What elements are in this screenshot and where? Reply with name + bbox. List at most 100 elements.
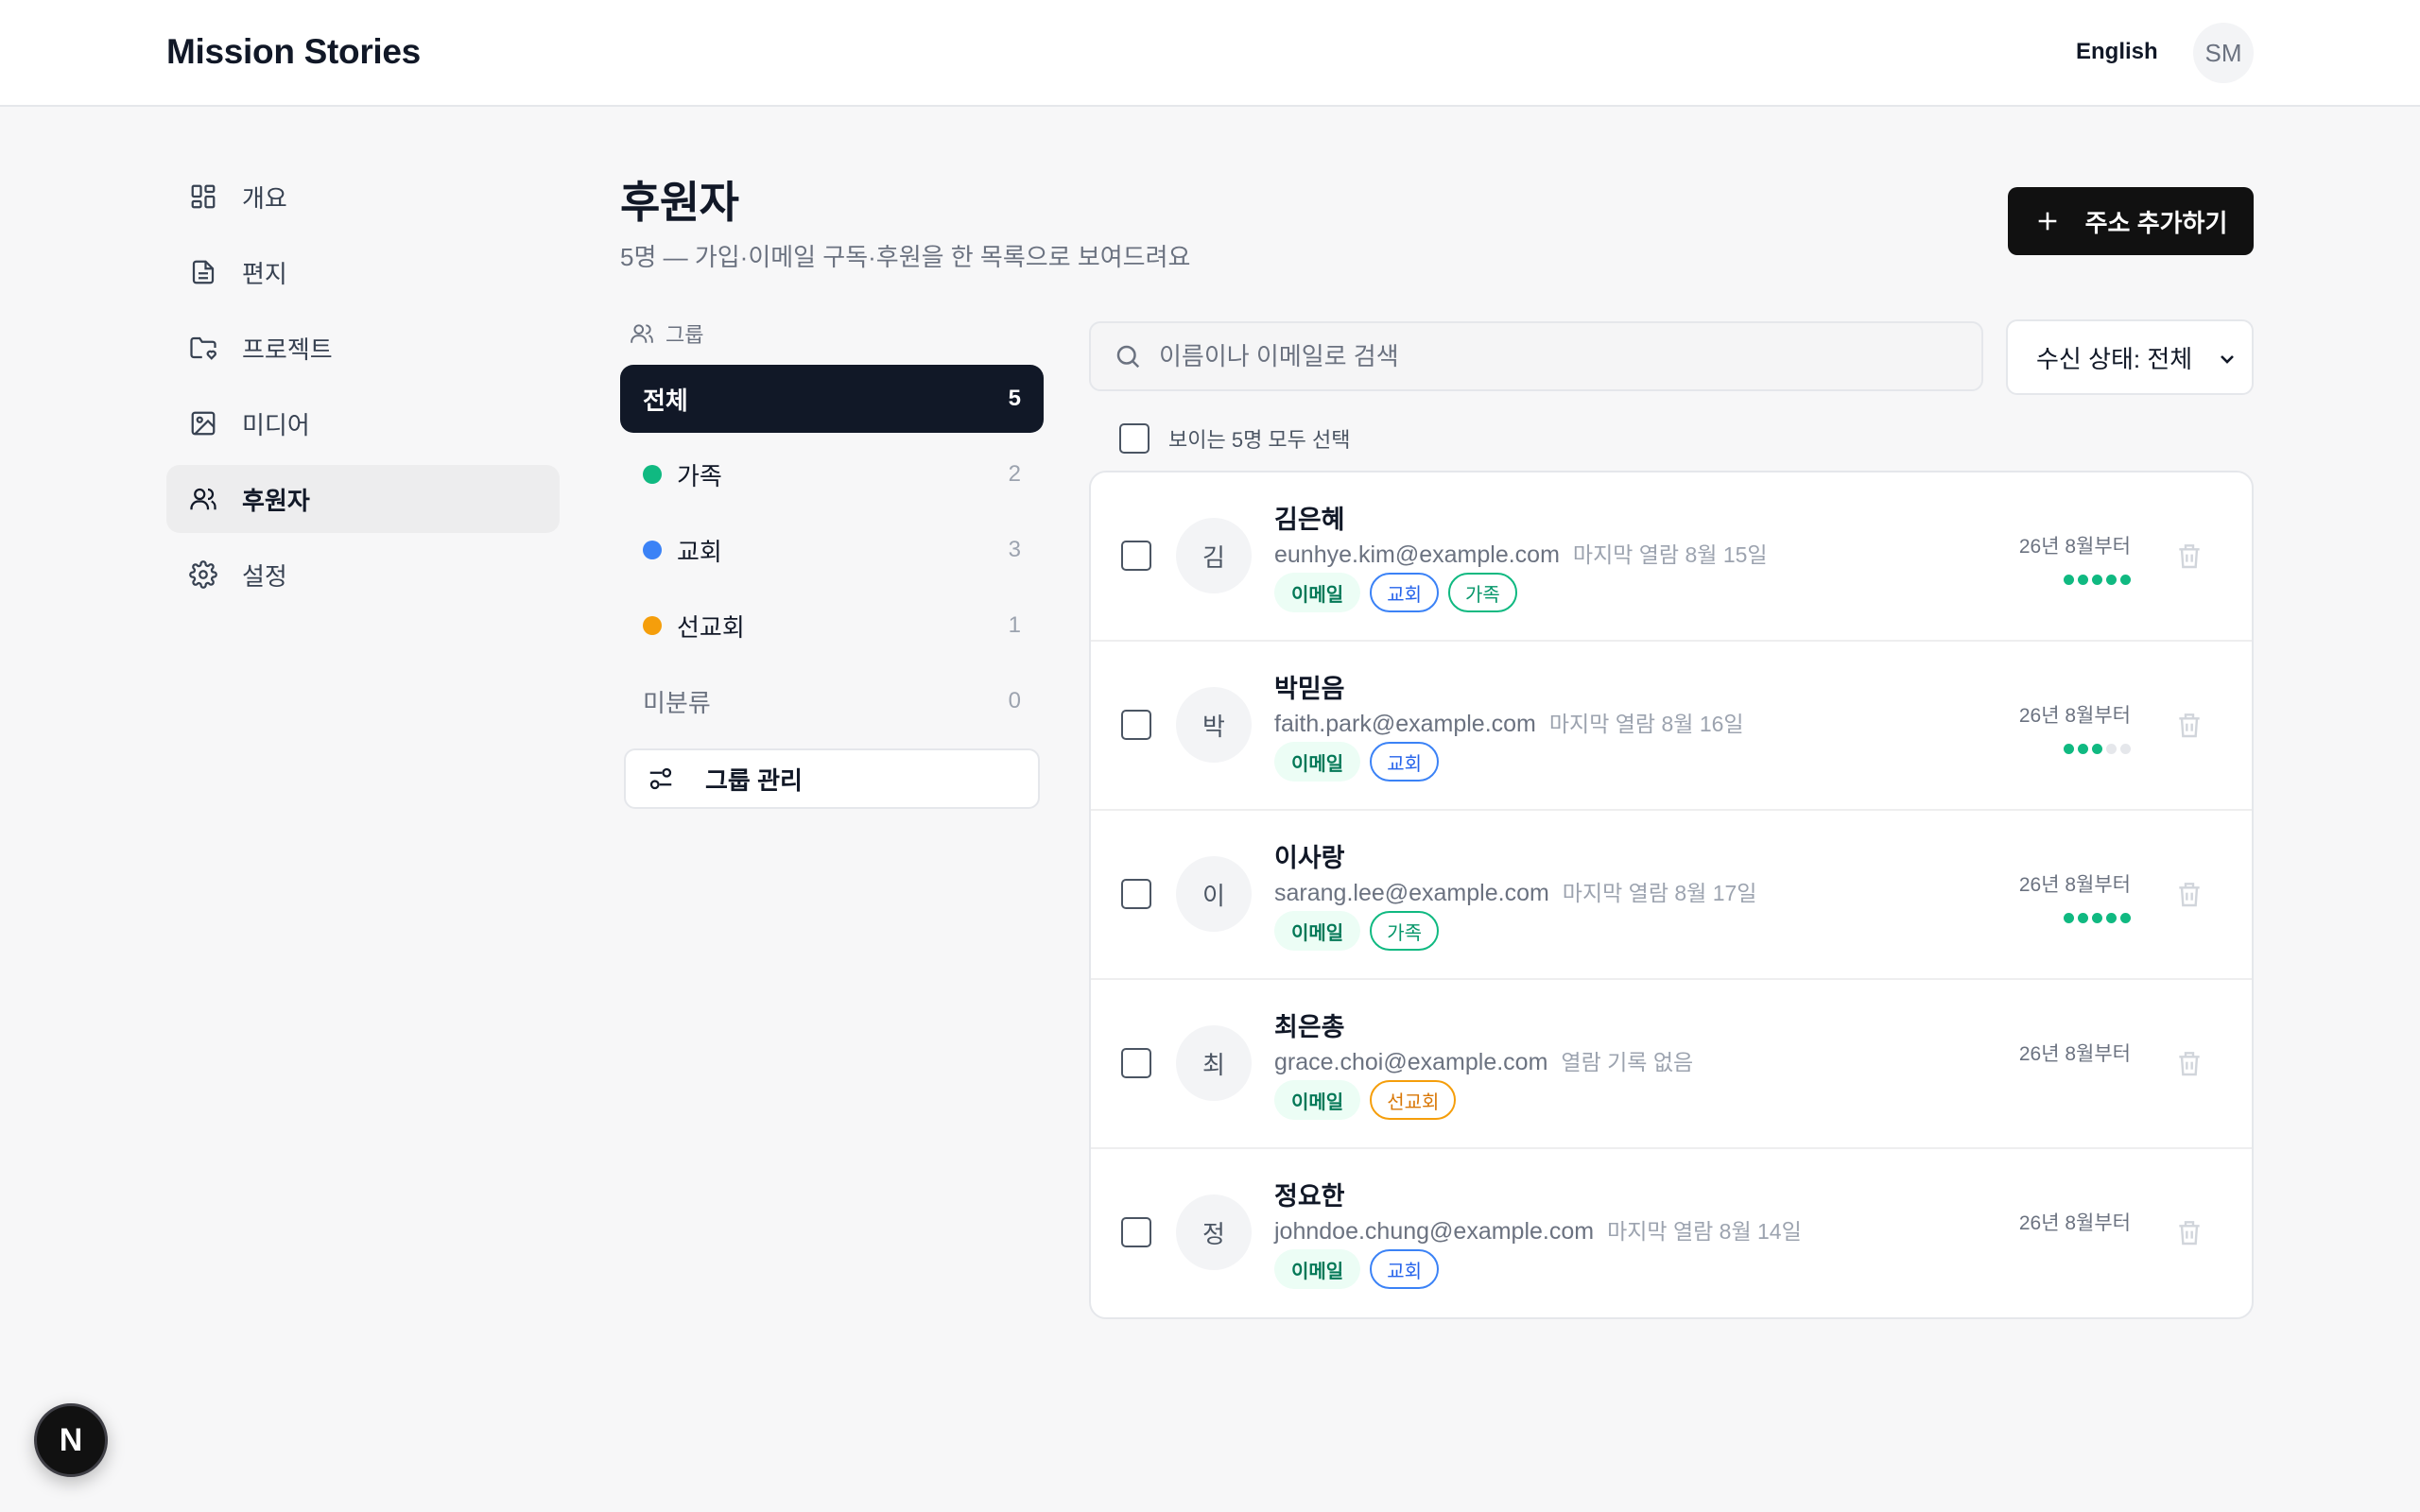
- engagement-dot: [2106, 913, 2117, 923]
- select-all-checkbox[interactable]: [1119, 423, 1150, 454]
- tag-list: 이메일 교회: [1274, 1249, 1448, 1289]
- sidebar-item-settings[interactable]: 설정: [166, 541, 560, 609]
- trash-icon[interactable]: [2174, 539, 2204, 573]
- sidebar-item-label: 프로젝트: [242, 335, 333, 364]
- last-opened: 마지막 열람 8월 14일: [1607, 1219, 1802, 1244]
- avatar: 박: [1176, 687, 1252, 763]
- status-filter-value: 수신 상태: 전체: [2036, 344, 2193, 373]
- row-checkbox[interactable]: [1121, 541, 1151, 571]
- sidebar-item-label: 설정: [242, 561, 287, 591]
- manage-groups-button[interactable]: 그룹 관리: [624, 748, 1040, 809]
- last-opened: 마지막 열람 8월 16일: [1548, 712, 1744, 736]
- last-opened: 열람 기록 없음: [1561, 1050, 1694, 1074]
- group-color-dot: [643, 616, 662, 635]
- engagement-dots: [2060, 575, 2131, 585]
- brand-logo[interactable]: Mission Stories: [166, 32, 421, 72]
- email-badge: 이메일: [1274, 911, 1361, 951]
- tag-list: 이메일 교회 가족: [1274, 573, 1527, 612]
- engagement-dot: [2078, 575, 2088, 585]
- supporter-email: grace.choi@example.com: [1274, 1049, 1548, 1075]
- group-tag: 교회: [1370, 742, 1440, 782]
- group-item-uncategorized[interactable]: 미분류 0: [620, 667, 1044, 735]
- user-avatar[interactable]: SM: [2193, 23, 2254, 83]
- group-count: 3: [1008, 537, 1021, 562]
- supporter-name: 박믿음: [1274, 675, 1345, 703]
- row-checkbox[interactable]: [1121, 879, 1151, 909]
- group-item-all[interactable]: 전체 5: [620, 365, 1044, 433]
- engagement-dots: [2060, 744, 2131, 754]
- group-color-dot: [643, 465, 662, 484]
- supporter-email: eunhye.kim@example.com: [1274, 541, 1560, 568]
- users-icon: [190, 488, 216, 510]
- dev-tools-badge[interactable]: N: [34, 1403, 108, 1477]
- row-checkbox[interactable]: [1121, 1048, 1151, 1078]
- group-item-mission[interactable]: 선교회 1: [620, 592, 1044, 660]
- supporter-name: 김은혜: [1274, 506, 1345, 534]
- row-checkbox[interactable]: [1121, 710, 1151, 740]
- group-color-dot: [643, 541, 662, 559]
- page-title: 후원자: [620, 178, 739, 227]
- list-item[interactable]: 이 이사랑 sarang.lee@example.com 마지막 열람 8월 17…: [1091, 811, 2252, 980]
- language-switcher[interactable]: English: [2076, 39, 2158, 65]
- trash-icon[interactable]: [2174, 708, 2204, 742]
- folder-heart-icon: [190, 336, 216, 360]
- engagement-dot: [2092, 744, 2102, 754]
- supporter-contact: faith.park@example.com 마지막 열람 8월 16일: [1274, 706, 1744, 738]
- sidebar-item-label: 편지: [242, 259, 287, 288]
- sidebar-item-media[interactable]: 미디어: [166, 389, 560, 457]
- sidebar-item-overview[interactable]: 개요: [166, 163, 560, 231]
- group-item-church[interactable]: 교회 3: [620, 516, 1044, 584]
- page-subtitle: 5명 — 가입·이메일 구독·후원을 한 목록으로 보여드려요: [620, 243, 1191, 271]
- list-item[interactable]: 박 박믿음 faith.park@example.com 마지막 열람 8월 16…: [1091, 642, 2252, 811]
- search-input[interactable]: [1159, 341, 1934, 371]
- group-label: 가족: [677, 461, 722, 490]
- last-opened: 마지막 열람 8월 15일: [1572, 542, 1768, 567]
- group-tag: 가족: [1448, 573, 1517, 612]
- tag-list: 이메일 가족: [1274, 911, 1448, 951]
- list-item[interactable]: 최 최은총 grace.choi@example.com 열람 기록 없음 이메일…: [1091, 980, 2252, 1149]
- manage-groups-label: 그룹 관리: [705, 765, 803, 795]
- sliders-icon: [649, 767, 672, 790]
- row-checkbox[interactable]: [1121, 1217, 1151, 1247]
- sidebar-item-label: 후원자: [242, 486, 310, 515]
- sidebar-item-letters[interactable]: 편지: [166, 238, 560, 306]
- supporter-name: 이사랑: [1274, 844, 1345, 872]
- trash-icon[interactable]: [2174, 877, 2204, 911]
- group-count: 0: [1008, 688, 1021, 713]
- sidebar-item-projects[interactable]: 프로젝트: [166, 314, 560, 382]
- engagement-dot: [2064, 744, 2074, 754]
- tag-list: 이메일 선교회: [1274, 1080, 1465, 1120]
- group-item-family[interactable]: 가족 2: [620, 440, 1044, 508]
- engagement-dots: [2060, 913, 2131, 923]
- email-badge: 이메일: [1274, 742, 1361, 782]
- list-item[interactable]: 정 정요한 johndoe.chung@example.com 마지막 열람 8월…: [1091, 1149, 2252, 1317]
- trash-icon[interactable]: [2174, 1215, 2204, 1249]
- status-filter-select[interactable]: 수신 상태: 전체: [2006, 319, 2254, 395]
- group-label: 전체: [643, 386, 688, 415]
- group-label: 선교회: [677, 612, 745, 642]
- list-item[interactable]: 김 김은혜 eunhye.kim@example.com 마지막 열람 8월 15…: [1091, 472, 2252, 642]
- group-label: 교회: [677, 537, 722, 566]
- group-tag: 교회: [1370, 1249, 1440, 1289]
- document-icon: [192, 260, 215, 284]
- groups-heading: 그룹: [620, 318, 1044, 350]
- top-bar: Mission Stories English SM: [0, 0, 2420, 107]
- engagement-dot: [2078, 744, 2088, 754]
- subscribed-since: 26년 8월부터: [2018, 874, 2131, 896]
- add-address-button[interactable]: 주소 추가하기: [2008, 187, 2254, 255]
- engagement-dot: [2120, 744, 2131, 754]
- avatar: 최: [1176, 1025, 1252, 1101]
- avatar: 정: [1176, 1194, 1252, 1270]
- sidebar-item-supporters[interactable]: 후원자: [166, 465, 560, 533]
- last-opened: 마지막 열람 8월 17일: [1562, 881, 1757, 905]
- email-badge: 이메일: [1274, 1080, 1361, 1120]
- group-tag: 교회: [1370, 573, 1440, 612]
- engagement-dot: [2064, 913, 2074, 923]
- supporter-email: johndoe.chung@example.com: [1274, 1218, 1595, 1245]
- engagement-dot: [2120, 575, 2131, 585]
- users-icon: [631, 324, 653, 343]
- trash-icon[interactable]: [2174, 1046, 2204, 1080]
- supporter-email: sarang.lee@example.com: [1274, 880, 1549, 906]
- supporter-contact: sarang.lee@example.com 마지막 열람 8월 17일: [1274, 875, 1756, 907]
- supporter-contact: eunhye.kim@example.com 마지막 열람 8월 15일: [1274, 537, 1768, 569]
